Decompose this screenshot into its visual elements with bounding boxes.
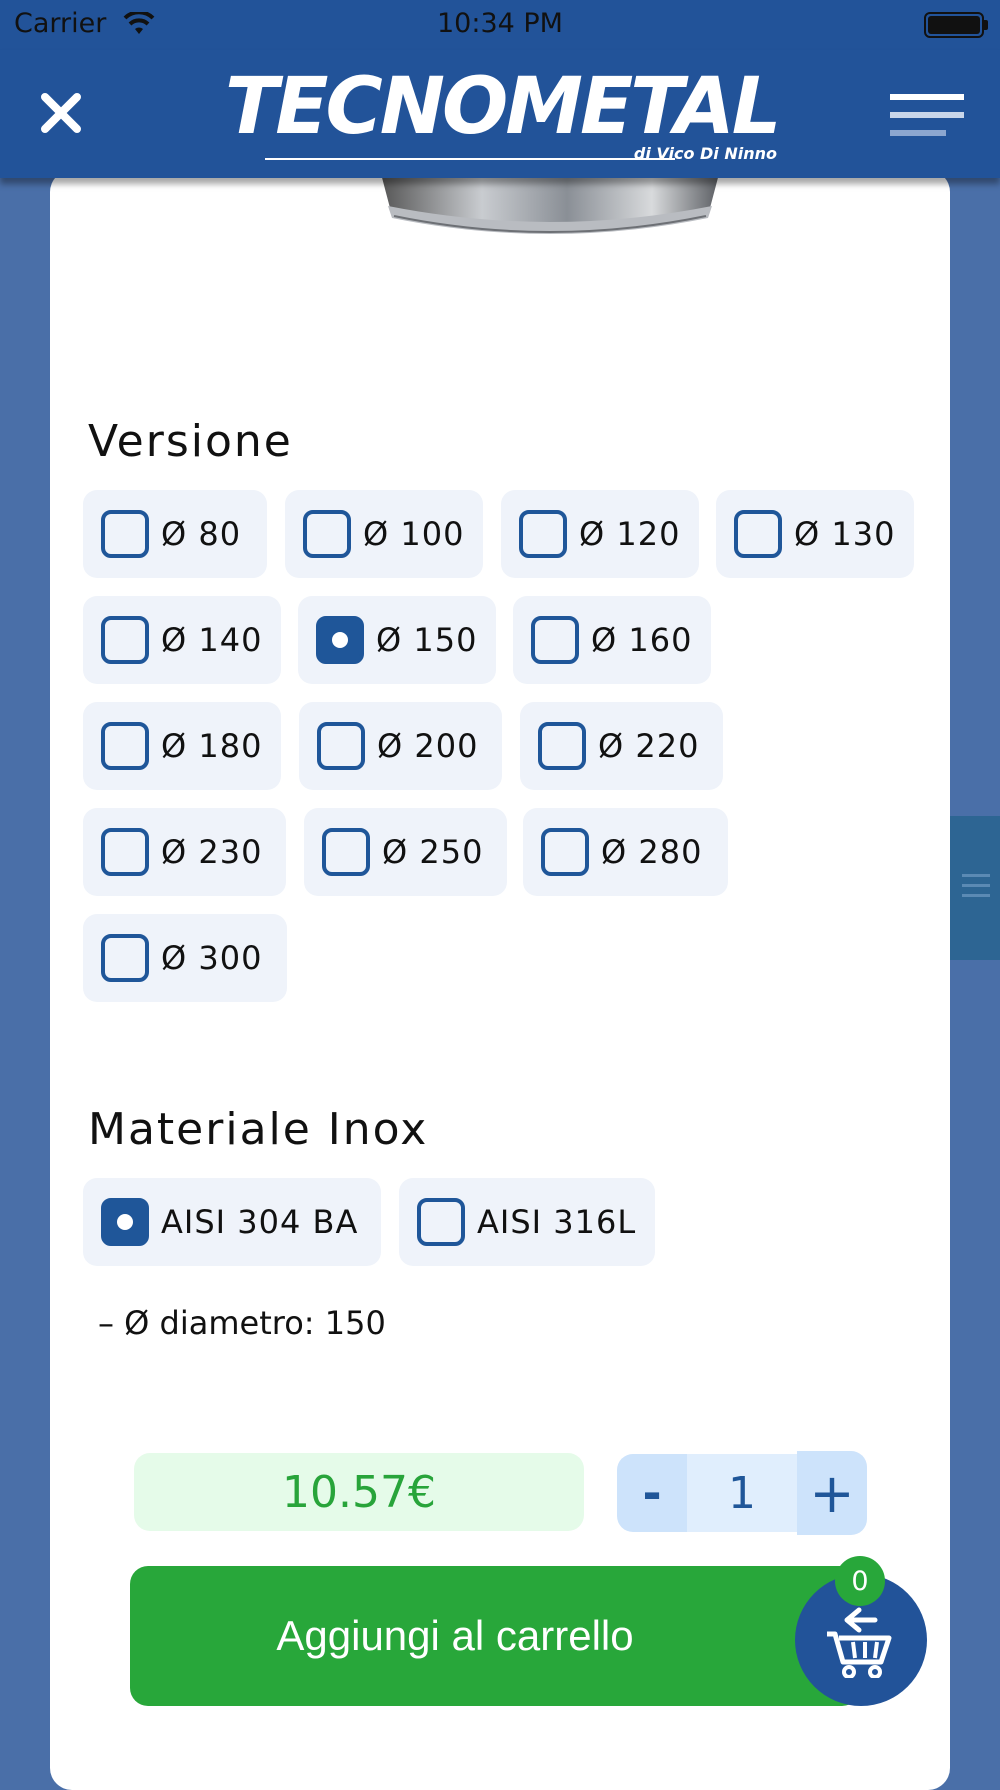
checkbox[interactable] xyxy=(101,934,149,982)
option-d140[interactable]: Ø 140 xyxy=(83,596,281,684)
checkbox[interactable] xyxy=(417,1198,465,1246)
logo-wordmark: TECNOMETAL xyxy=(225,62,781,152)
option-d150[interactable]: Ø 150 xyxy=(298,596,496,684)
quantity-value[interactable]: 1 xyxy=(687,1454,797,1532)
option-label: Ø 300 xyxy=(161,939,263,977)
option-label: Ø 200 xyxy=(377,727,479,765)
checkbox[interactable] xyxy=(317,722,365,770)
increment-button[interactable]: + xyxy=(797,1451,867,1535)
app-header: TECNOMETAL di Vico Di Ninno xyxy=(0,50,1000,178)
versione-title: Versione xyxy=(88,416,293,467)
checkbox[interactable] xyxy=(538,722,586,770)
checkbox-checked[interactable] xyxy=(101,1198,149,1246)
product-image xyxy=(380,170,720,234)
brand-logo[interactable]: TECNOMETAL di Vico Di Ninno xyxy=(225,68,785,178)
checkbox[interactable] xyxy=(541,828,589,876)
checkbox[interactable] xyxy=(101,616,149,664)
option-d100[interactable]: Ø 100 xyxy=(285,490,483,578)
checkbox[interactable] xyxy=(531,616,579,664)
option-label: AISI 316L xyxy=(477,1203,637,1241)
option-label: Ø 150 xyxy=(376,621,478,659)
cart-icon xyxy=(827,1607,892,1678)
checkbox[interactable] xyxy=(322,828,370,876)
option-label: Ø 140 xyxy=(161,621,263,659)
option-d120[interactable]: Ø 120 xyxy=(501,490,699,578)
drawer-lines-icon xyxy=(962,874,990,897)
option-aisi-316l[interactable]: AISI 316L xyxy=(399,1178,655,1266)
side-drawer-tab[interactable] xyxy=(950,816,1000,960)
cart-count-badge: 0 xyxy=(835,1556,885,1606)
option-label: Ø 80 xyxy=(161,515,242,553)
option-label: Ø 280 xyxy=(601,833,703,871)
price-display: 10.57€ xyxy=(134,1453,584,1531)
option-label: Ø 180 xyxy=(161,727,263,765)
option-label: Ø 130 xyxy=(794,515,896,553)
option-label: Ø 160 xyxy=(591,621,693,659)
option-d80[interactable]: Ø 80 xyxy=(83,490,267,578)
checkbox[interactable] xyxy=(519,510,567,558)
close-icon[interactable] xyxy=(38,90,84,136)
option-d220[interactable]: Ø 220 xyxy=(520,702,723,790)
hamburger-menu-icon[interactable] xyxy=(890,92,964,142)
quantity-stepper: - 1 + xyxy=(617,1451,867,1535)
option-d300[interactable]: Ø 300 xyxy=(83,914,287,1002)
checkbox[interactable] xyxy=(734,510,782,558)
decrement-button[interactable]: - xyxy=(617,1454,687,1532)
option-d280[interactable]: Ø 280 xyxy=(523,808,728,896)
option-d250[interactable]: Ø 250 xyxy=(304,808,507,896)
checkbox-checked[interactable] xyxy=(316,616,364,664)
option-label: Ø 100 xyxy=(363,515,465,553)
option-label: Ø 230 xyxy=(161,833,263,871)
materiale-title: Materiale Inox xyxy=(88,1104,429,1155)
option-label: Ø 120 xyxy=(579,515,681,553)
option-d180[interactable]: Ø 180 xyxy=(83,702,281,790)
checkbox[interactable] xyxy=(101,510,149,558)
logo-subtext: di Vico Di Ninno xyxy=(633,144,777,163)
checkbox[interactable] xyxy=(101,722,149,770)
option-label: Ø 220 xyxy=(598,727,700,765)
status-bar: Carrier 10:34 PM xyxy=(0,0,1000,50)
add-to-cart-button[interactable]: Aggiungi al carrello xyxy=(130,1566,860,1706)
option-d230[interactable]: Ø 230 xyxy=(83,808,286,896)
option-aisi-304-ba[interactable]: AISI 304 BA xyxy=(83,1178,381,1266)
option-label: AISI 304 BA xyxy=(161,1203,359,1241)
option-label: Ø 250 xyxy=(382,833,484,871)
product-card: Versione Ø 80 Ø 100 Ø 120 Ø 130 Ø 140 Ø … xyxy=(50,170,950,1790)
option-d160[interactable]: Ø 160 xyxy=(513,596,711,684)
option-d130[interactable]: Ø 130 xyxy=(716,490,914,578)
checkbox[interactable] xyxy=(101,828,149,876)
clock: 10:34 PM xyxy=(437,8,563,39)
option-d200[interactable]: Ø 200 xyxy=(299,702,502,790)
battery-icon xyxy=(924,12,988,38)
selected-diameter-summary: – Ø diametro: 150 xyxy=(98,1304,386,1342)
checkbox[interactable] xyxy=(303,510,351,558)
